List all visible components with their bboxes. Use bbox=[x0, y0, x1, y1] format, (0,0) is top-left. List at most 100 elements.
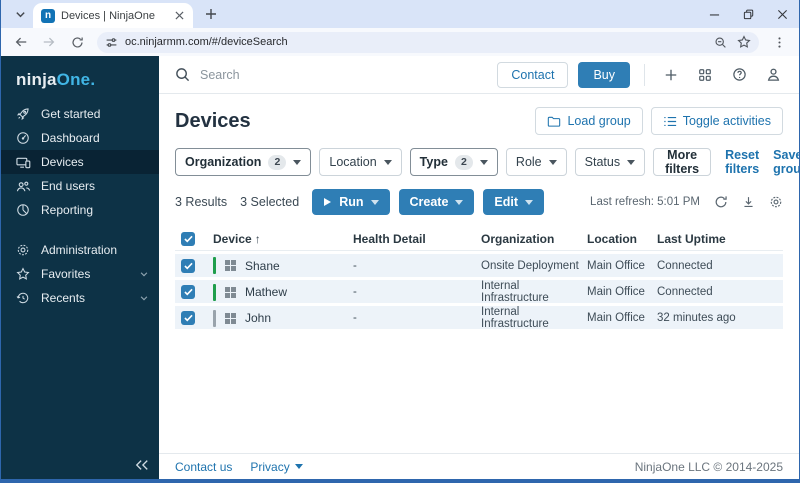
sidebar-item-favorites[interactable]: Favorites bbox=[1, 262, 159, 286]
chevron-down-icon bbox=[294, 464, 303, 469]
last-uptime-cell: Connected bbox=[657, 286, 713, 298]
filter-count-badge: 2 bbox=[268, 154, 287, 170]
buy-button[interactable]: Buy bbox=[578, 61, 630, 88]
run-button[interactable]: Run bbox=[312, 189, 390, 215]
sidebar-item-label: Administration bbox=[41, 243, 118, 257]
last-uptime-cell: 32 minutes ago bbox=[657, 312, 736, 324]
toggle-activities-button[interactable]: Toggle activities bbox=[650, 107, 783, 135]
logo-one-text: One. bbox=[56, 70, 96, 89]
sidebar-item-end-users[interactable]: End users bbox=[1, 174, 159, 198]
sidebar-item-label: Favorites bbox=[41, 267, 91, 281]
column-header-last-uptime[interactable]: Last Uptime bbox=[657, 232, 783, 246]
window-restore-button[interactable] bbox=[731, 0, 765, 28]
zoom-page-icon[interactable] bbox=[714, 36, 727, 49]
column-header-organization[interactable]: Organization bbox=[481, 232, 587, 246]
select-all-checkbox[interactable] bbox=[181, 231, 195, 246]
more-filters-button[interactable]: More filters bbox=[653, 148, 712, 176]
sidebar-item-get-started[interactable]: Get started bbox=[1, 102, 159, 126]
load-group-button[interactable]: Load group bbox=[535, 107, 643, 135]
privacy-link[interactable]: Privacy bbox=[250, 460, 303, 474]
app-footer: Contact us Privacy NinjaOne LLC © 2014-2… bbox=[159, 453, 799, 479]
reset-filters-link[interactable]: Reset filters bbox=[725, 148, 759, 176]
tab-search-icon[interactable] bbox=[7, 3, 33, 25]
device-name-link[interactable]: Mathew bbox=[245, 285, 287, 299]
device-name-link[interactable]: Shane bbox=[245, 259, 280, 273]
sidebar-item-administration[interactable]: Administration bbox=[1, 238, 159, 262]
location-cell: Main Office bbox=[587, 312, 645, 324]
chevron-down-icon bbox=[455, 199, 464, 205]
window-minimize-button[interactable] bbox=[697, 0, 731, 28]
contact-button[interactable]: Contact bbox=[497, 61, 569, 88]
browser-tab[interactable]: n Devices | NinjaOne bbox=[33, 3, 193, 28]
forward-icon[interactable] bbox=[37, 30, 61, 54]
url-text[interactable]: oc.ninjarmm.com/#/deviceSearch bbox=[125, 36, 707, 48]
create-button[interactable]: Create bbox=[398, 189, 475, 215]
column-header-location[interactable]: Location bbox=[587, 232, 657, 246]
window-close-button[interactable] bbox=[765, 0, 799, 28]
add-icon[interactable] bbox=[659, 63, 683, 87]
last-uptime-cell: Connected bbox=[657, 259, 713, 272]
browser-menu-icon[interactable] bbox=[767, 30, 791, 54]
divider bbox=[644, 63, 645, 86]
filter-status[interactable]: Status bbox=[574, 148, 646, 176]
sidebar-item-recents[interactable]: Recents bbox=[1, 286, 159, 310]
filter-location[interactable]: Location bbox=[319, 148, 402, 176]
edit-button[interactable]: Edit bbox=[483, 189, 545, 215]
sidebar-item-devices[interactable]: Devices bbox=[1, 150, 159, 174]
status-indicator bbox=[213, 257, 216, 274]
toggle-activities-label: Toggle activities bbox=[682, 114, 771, 128]
column-header-health-detail[interactable]: Health Detail bbox=[353, 232, 481, 246]
table-row[interactable]: Shane - Onsite Deployment Main Office Co… bbox=[175, 254, 783, 277]
reload-icon[interactable] bbox=[65, 30, 89, 54]
copyright-text: NinjaOne LLC © 2014-2025 bbox=[634, 459, 783, 474]
sidebar-item-label: Dashboard bbox=[41, 131, 100, 145]
star-icon bbox=[15, 267, 31, 281]
rocket-icon bbox=[15, 107, 31, 121]
ninjaone-favicon: n bbox=[41, 8, 55, 23]
chevron-down-icon bbox=[548, 159, 557, 165]
apps-grid-icon[interactable] bbox=[693, 63, 717, 87]
app-topbar: Contact Buy bbox=[159, 56, 799, 94]
filter-role[interactable]: Role bbox=[505, 148, 567, 176]
sidebar-collapse-icon[interactable] bbox=[135, 459, 149, 471]
tab-close-icon[interactable] bbox=[171, 8, 187, 24]
status-indicator bbox=[213, 309, 216, 327]
column-header-device[interactable]: Device ↑ bbox=[213, 232, 353, 246]
table-header-row: Device ↑ Health Detail Organization Locat… bbox=[175, 227, 783, 251]
row-checkbox[interactable] bbox=[181, 311, 195, 325]
help-icon[interactable] bbox=[727, 63, 751, 87]
chevron-down-icon bbox=[525, 199, 534, 205]
status-indicator bbox=[213, 283, 216, 301]
user-profile-icon[interactable] bbox=[761, 63, 785, 87]
filter-type[interactable]: Type 2 bbox=[409, 148, 498, 176]
filter-label: Organization bbox=[185, 155, 262, 169]
device-name-link[interactable]: John bbox=[245, 311, 271, 325]
back-icon[interactable] bbox=[9, 30, 33, 54]
save-group-link[interactable]: Save group bbox=[773, 148, 799, 176]
contact-us-link[interactable]: Contact us bbox=[175, 460, 232, 474]
address-bar[interactable]: oc.ninjarmm.com/#/deviceSearch bbox=[97, 31, 759, 53]
download-icon[interactable] bbox=[742, 195, 755, 209]
sidebar-item-label: Get started bbox=[41, 107, 101, 121]
folder-icon bbox=[547, 115, 561, 128]
filter-label: Type bbox=[419, 155, 448, 169]
row-checkbox[interactable] bbox=[181, 258, 195, 273]
site-settings-icon[interactable] bbox=[105, 36, 118, 49]
filter-organization[interactable]: Organization 2 bbox=[175, 148, 312, 176]
sidebar-item-reporting[interactable]: Reporting bbox=[1, 198, 159, 222]
sidebar-item-label: Recents bbox=[41, 291, 86, 305]
browser-nav-toolbar: oc.ninjarmm.com/#/deviceSearch bbox=[1, 28, 799, 56]
row-checkbox[interactable] bbox=[181, 285, 195, 299]
search-input[interactable] bbox=[200, 67, 400, 82]
table-row[interactable]: Mathew - Internal Infrastructure Main Of… bbox=[175, 280, 783, 304]
logo-ninja-text: ninja bbox=[16, 70, 57, 89]
table-settings-gear-icon[interactable] bbox=[769, 195, 783, 209]
table-row[interactable]: John - Internal Infrastructure Main Offi… bbox=[175, 306, 783, 330]
bookmark-star-icon[interactable] bbox=[737, 35, 751, 49]
location-cell: Main Office bbox=[587, 259, 645, 272]
refresh-icon[interactable] bbox=[714, 195, 728, 209]
gauge-icon bbox=[15, 131, 31, 145]
new-tab-button[interactable] bbox=[199, 2, 223, 26]
sidebar-item-dashboard[interactable]: Dashboard bbox=[1, 126, 159, 150]
chevron-down-icon bbox=[370, 199, 379, 205]
